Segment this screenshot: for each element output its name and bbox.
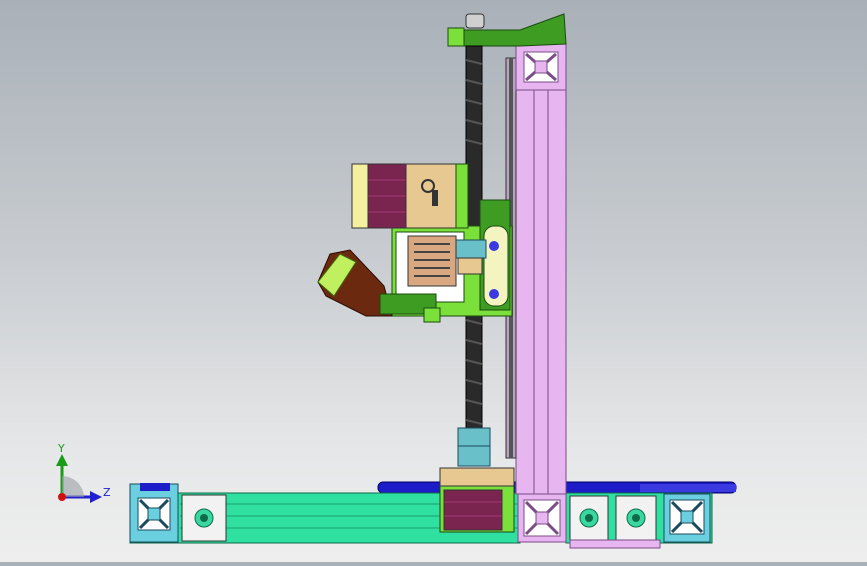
triad-y-label: Y [57,442,65,455]
triad-z-label: Z [103,486,111,499]
base-right-blocks [565,492,713,549]
triad-y-arrow [56,454,68,466]
z-coupler [457,427,491,467]
z-motor [439,467,515,533]
triad-z-arrow [90,491,102,503]
vertical-frame-rail [505,43,567,543]
triad-origin [58,493,66,501]
top-bracket [447,13,567,47]
cad-model-view: Y Z [56,13,737,549]
extruder-motor [351,163,469,229]
coordinate-triad: Y Z [56,442,111,503]
hotend-fan [407,235,457,287]
cad-viewport[interactable]: Y Z [0,0,867,562]
